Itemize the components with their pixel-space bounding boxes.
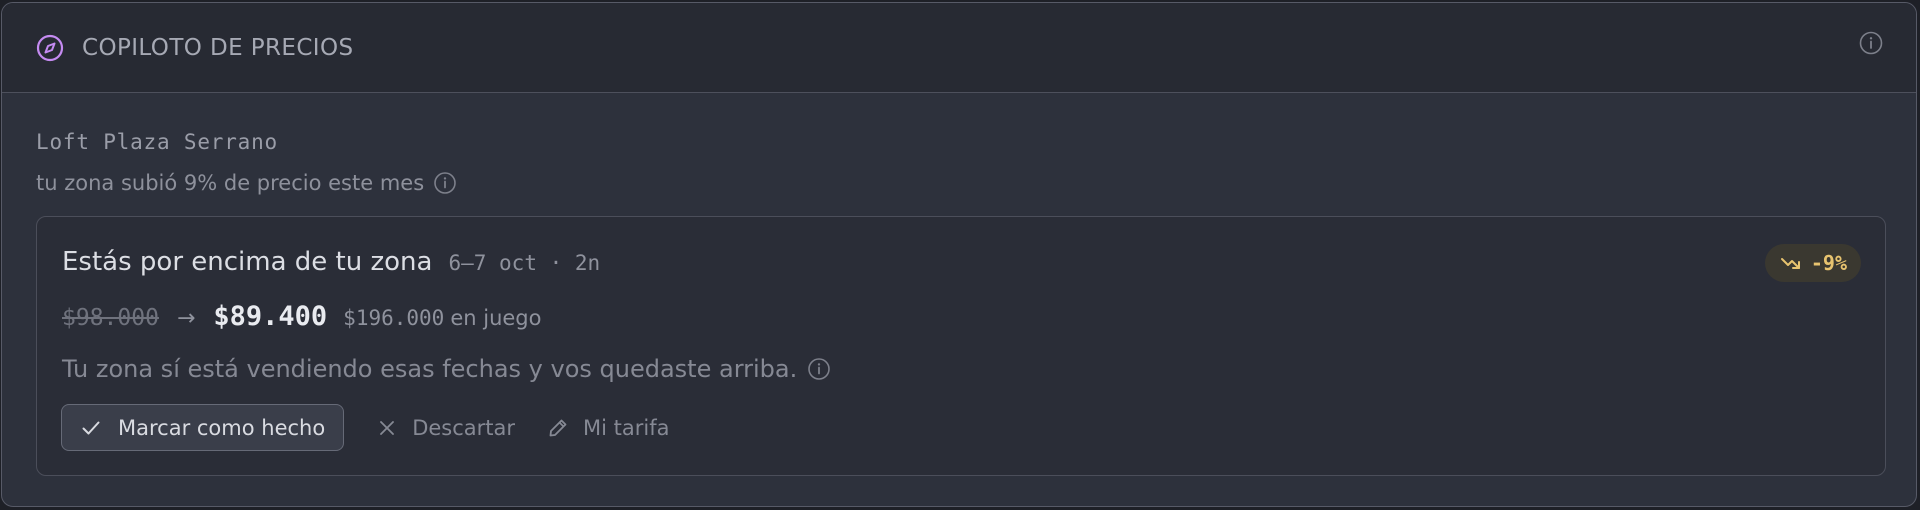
change-badge-value: -9% <box>1810 251 1847 275</box>
new-price: $89.400 <box>213 301 328 332</box>
card-message-text: Tu zona sí está vendiendo esas fechas y … <box>62 355 798 383</box>
price-row: $98.000 → $89.400 $196.000 en juego <box>62 301 541 332</box>
dismiss-button[interactable]: Descartar <box>376 416 515 440</box>
mark-done-button[interactable]: Marcar como hecho <box>61 404 345 451</box>
at-stake-label: en juego <box>450 306 542 330</box>
my-rate-button[interactable]: Mi tarifa <box>547 415 670 440</box>
zone-note: tu zona subió 9% de precio este mes <box>36 171 457 195</box>
change-badge: -9% <box>1764 244 1861 282</box>
info-icon[interactable] <box>433 171 457 195</box>
trending-down-icon <box>1780 258 1800 269</box>
check-icon <box>82 421 100 434</box>
card-title: Estás por encima de tu zona <box>62 247 433 277</box>
property-name: Loft Plaza Serrano <box>36 130 278 154</box>
old-price: $98.000 <box>62 305 159 331</box>
card-title-row: Estás por encima de tu zona 6–7 oct · 2n <box>62 247 600 277</box>
panel-title: COPILOTO DE PRECIOS <box>82 34 354 61</box>
info-icon[interactable] <box>1859 31 1883 55</box>
at-stake-amount: $196.000 <box>343 306 445 330</box>
pencil-icon <box>549 419 567 436</box>
mark-done-label: Marcar como hecho <box>118 415 326 440</box>
card-message: Tu zona sí está vendiendo esas fechas y … <box>62 355 831 383</box>
compass-icon <box>36 34 64 61</box>
card-dates: 6–7 oct · 2n <box>448 251 601 275</box>
zone-note-text: tu zona subió 9% de precio este mes <box>36 171 425 195</box>
dismiss-label: Descartar <box>412 415 516 440</box>
recommendation-card: Estás por encima de tu zona 6–7 oct · 2n… <box>36 216 1886 476</box>
my-rate-label: Mi tarifa <box>583 415 670 440</box>
card-actions: Marcar como hecho Descartar Mi tarifa <box>61 404 670 451</box>
pricing-copilot-panel: COPILOTO DE PRECIOS Loft Plaza Serrano t… <box>1 2 1917 507</box>
info-icon[interactable] <box>807 357 831 381</box>
panel-header: COPILOTO DE PRECIOS <box>2 3 1916 93</box>
close-icon <box>380 420 395 435</box>
arrow-right-icon: → <box>176 306 196 331</box>
